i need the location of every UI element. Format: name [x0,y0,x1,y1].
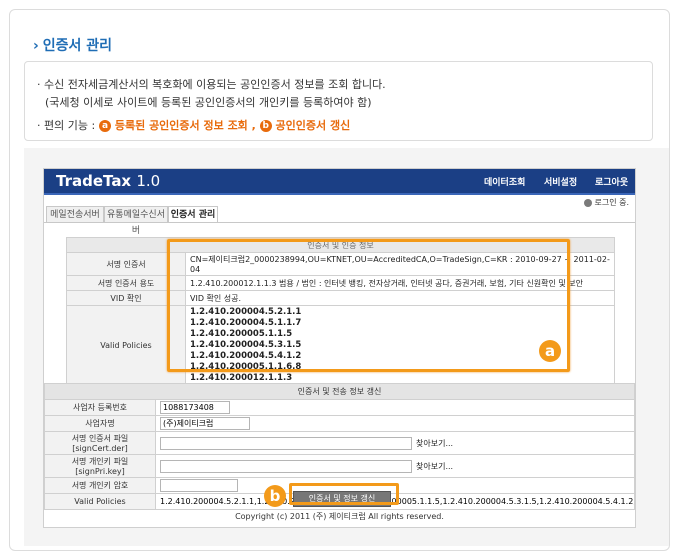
circle-a-icon: a [99,120,112,132]
info-line-2: (국세청 이세로 사이트에 등록된 공인인증서의 개인키를 등록하여야 함) [45,96,372,109]
sign-cert-file-input[interactable] [160,436,412,450]
feature-a: 등록된 공인인증서 정보 조회 [114,119,248,132]
info-box: · 수신 전자세금계산서의 복호화에 이용되는 공인인증서 정보를 조회 합니다… [24,61,653,141]
tab-cert-management[interactable]: 인증서 관리 [168,206,218,222]
feature-line: · 편의 기능 : a 등록된 공인인증서 정보 조회 , b 공인인증서 갱신 [37,117,350,133]
tab-receive-server[interactable]: 유통메일수신서버 [104,206,168,236]
app-logo-text: TradeTax [56,172,132,190]
table-row: 서명 인증서 파일[signCert.der] 찾아보기... [44,431,635,455]
biz-no-cell: 1088173408 [155,399,635,416]
login-text: 로그인 중. [594,198,629,207]
password-input[interactable] [160,479,238,492]
info-line-1: · 수신 전자세금계산서의 복호화에 이용되는 공인인증서 정보를 조회 합니다… [37,78,386,91]
copyright-text: Copyright (c) 2011 (주) 제이티크럽 All rights … [235,512,444,521]
badge-a-icon: a [539,340,561,362]
highlight-b [289,483,399,505]
table-row: 서명 개인키 파일[signPri.key] 찾아보기... [44,454,635,478]
tab-mail-server[interactable]: 메일전송서버 [46,206,104,222]
feature-label: · 편의 기능 : [37,119,96,132]
menu-logout[interactable]: 로그아웃 [595,175,628,188]
feature-separator: , [251,119,256,132]
company-cell: (주)제이티크럽 [155,415,635,432]
company-input[interactable]: (주)제이티크럽 [160,417,250,430]
sign-cert-label: 서명 인증서 파일[signCert.der] [44,431,156,455]
sign-key-cell: 찾아보기... [155,454,635,478]
password-label: 서명 개인키 암호 [44,477,156,494]
renew-form-header: 인증서 및 전송 정보 갱신 [44,383,635,400]
chevron-right-icon: › [33,38,39,54]
sign-key-label: 서명 개인키 파일[signPri.key] [44,454,156,478]
menu-data-lookup[interactable]: 데이터조회 [484,175,525,188]
app-version: 1.0 [136,172,161,190]
tab-divider [44,222,635,223]
table-row: 사업자 등록번호 1088173408 [44,399,635,416]
app-logo: TradeTax 1.0 [56,172,160,190]
browse-key-button[interactable]: 찾아보기... [416,461,453,472]
browse-cert-button[interactable]: 찾아보기... [416,438,453,449]
company-label: 사업자명 [44,415,156,432]
table-row: 사업자명 (주)제이티크럽 [44,415,635,432]
user-icon [584,198,593,207]
biz-no-input[interactable]: 1088173408 [160,401,230,414]
highlight-a [167,239,570,372]
page-title-text: 인증서 관리 [42,38,113,54]
feature-b: 공인인증서 갱신 [275,119,351,132]
sign-cert-cell: 찾아보기... [155,431,635,455]
app-header: TradeTax 1.0 데이터조회 서비설정 로그아웃 [44,169,635,195]
policies-form-label: Valid Policies [44,493,156,510]
badge-b-icon: b [264,485,286,507]
biz-no-label: 사업자 등록번호 [44,399,156,416]
circle-b-icon: b [259,120,272,132]
page-title: › 인증서 관리 [33,35,112,55]
login-status: 로그인 중. [584,197,629,208]
menu-settings[interactable]: 서비설정 [544,175,577,188]
sign-key-file-input[interactable] [160,459,412,473]
